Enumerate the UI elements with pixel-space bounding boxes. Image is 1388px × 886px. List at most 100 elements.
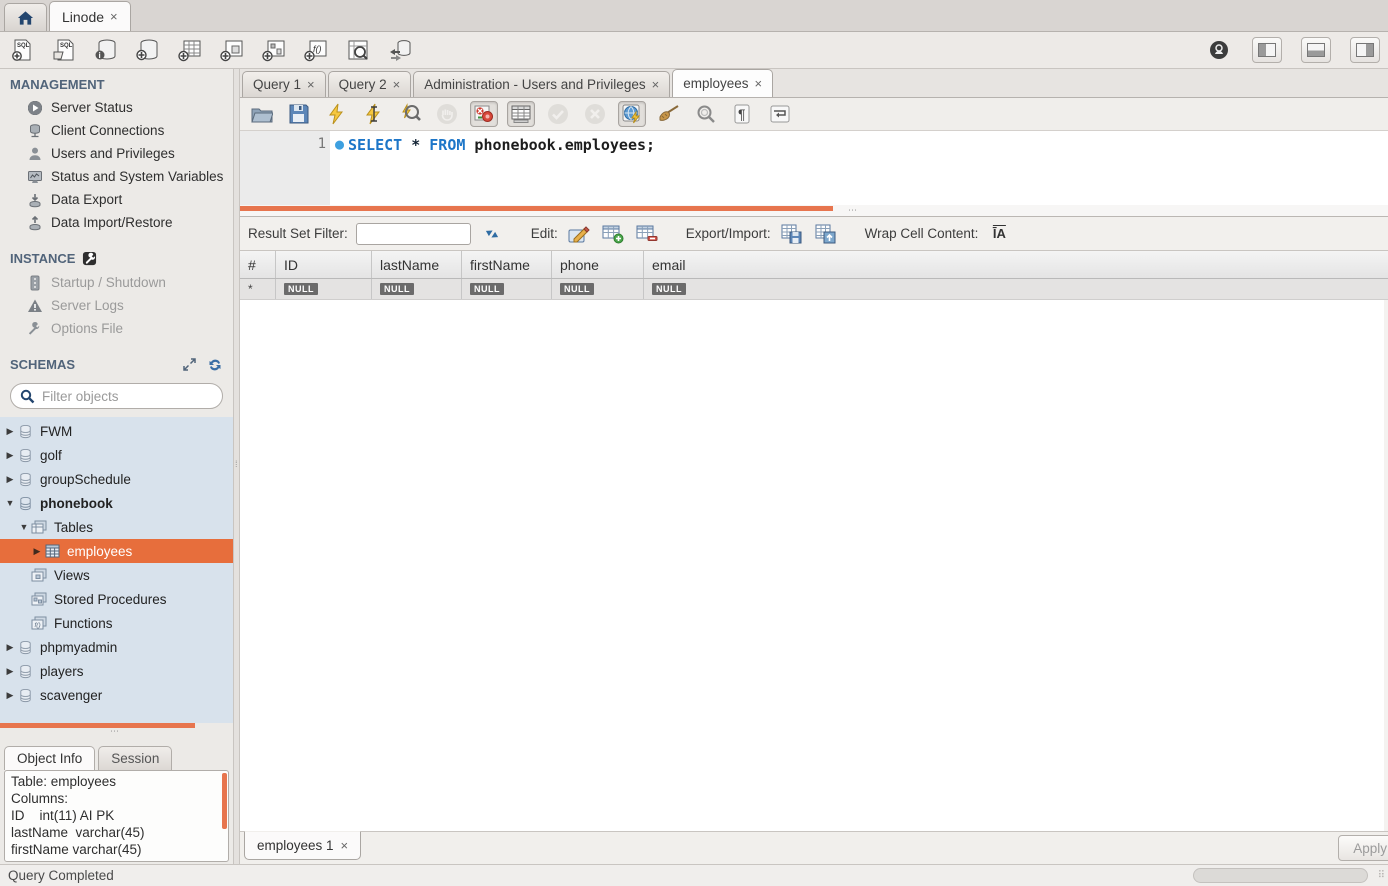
open-sql-script-icon[interactable]: SQL — [50, 37, 78, 63]
sidebar-main-splitter[interactable]: ⁞ — [233, 69, 240, 864]
tree-item-groupschedule[interactable]: ▶groupSchedule — [0, 467, 233, 491]
home-tab[interactable] — [4, 3, 47, 31]
expander-icon[interactable]: ▶ — [4, 426, 16, 437]
tree-item-functions[interactable]: f()Functions — [0, 611, 233, 635]
create-schema-icon[interactable] — [134, 37, 162, 63]
tree-item-phpmyadmin[interactable]: ▶phpmyadmin — [0, 635, 233, 659]
sidebar-item-options-file[interactable]: Options File — [0, 317, 233, 340]
execute-script-icon[interactable] — [322, 101, 350, 127]
tab-query-2[interactable]: Query 2× — [328, 71, 412, 97]
result-tab-employees-1[interactable]: employees 1 × — [244, 831, 361, 860]
commit-icon[interactable] — [544, 101, 572, 127]
new-sql-tab-icon[interactable]: SQL — [8, 37, 36, 63]
sidebar-item-server-status[interactable]: Server Status — [0, 96, 233, 119]
account-lock-icon[interactable] — [1205, 37, 1233, 63]
save-file-icon[interactable] — [285, 101, 313, 127]
tree-item-phonebook[interactable]: ▼phonebook — [0, 491, 233, 515]
tab-session[interactable]: Session — [98, 746, 172, 770]
sidebar-item-status-system-variables[interactable]: Status and System Variables — [0, 165, 233, 188]
tab-query-1[interactable]: Query 1× — [242, 71, 326, 97]
info-scrollbar-thumb[interactable] — [222, 773, 227, 829]
refresh-icon[interactable] — [206, 356, 223, 373]
import-records-icon[interactable] — [813, 222, 839, 246]
tab-object-info[interactable]: Object Info — [4, 746, 95, 770]
find-in-script-icon[interactable] — [692, 101, 720, 127]
close-icon[interactable]: × — [652, 77, 660, 92]
create-function-icon[interactable]: f() — [302, 37, 330, 63]
apply-button[interactable]: Apply — [1338, 835, 1388, 861]
show-invisibles-icon[interactable]: ¶ — [729, 101, 757, 127]
close-icon[interactable]: × — [754, 76, 762, 91]
stop-query-icon[interactable] — [433, 101, 461, 127]
col-header-firstname[interactable]: firstName — [462, 251, 552, 278]
export-result-icon[interactable] — [779, 222, 805, 246]
tab-employees[interactable]: employees× — [672, 69, 773, 97]
resize-grip-icon[interactable]: ⠿ — [1378, 870, 1386, 881]
null-badge[interactable]: NULL — [652, 283, 686, 295]
open-file-icon[interactable] — [248, 101, 276, 127]
rollback-icon[interactable] — [581, 101, 609, 127]
tree-item-employees[interactable]: ▶employees — [0, 539, 233, 563]
col-header-lastname[interactable]: lastName — [372, 251, 462, 278]
col-header-rownum[interactable]: # — [240, 251, 276, 278]
tree-item-tables[interactable]: ▼Tables — [0, 515, 233, 539]
editor-result-splitter[interactable]: ⋯ — [240, 205, 1388, 217]
expand-icon[interactable] — [181, 356, 198, 373]
tree-item-golf[interactable]: ▶golf — [0, 443, 233, 467]
expander-icon[interactable]: ▶ — [31, 546, 43, 557]
tree-item-stored-procedures[interactable]: Stored Procedures — [0, 587, 233, 611]
sidebar-item-users-privileges[interactable]: Users and Privileges — [0, 142, 233, 165]
result-filter-input[interactable] — [356, 223, 471, 245]
create-procedure-icon[interactable] — [260, 37, 288, 63]
create-table-icon[interactable] — [176, 37, 204, 63]
limit-rows-icon[interactable] — [507, 101, 535, 127]
schema-filter-box[interactable] — [10, 383, 223, 409]
sidebar-item-server-logs[interactable]: Server Logs — [0, 294, 233, 317]
schema-filter-input[interactable] — [42, 389, 192, 404]
tree-item-fwm[interactable]: ▶FWM — [0, 419, 233, 443]
edit-pencil-icon[interactable] — [566, 222, 592, 246]
close-icon[interactable]: × — [393, 77, 401, 92]
sidebar-item-client-connections[interactable]: Client Connections — [0, 119, 233, 142]
expander-icon[interactable]: ▶ — [4, 666, 16, 677]
toggle-autocommit-icon[interactable] — [618, 101, 646, 127]
sidebar-splitter-handle[interactable]: ⋯ — [0, 728, 233, 740]
sidebar-item-data-import[interactable]: Data Import/Restore — [0, 211, 233, 234]
reconnect-database-icon[interactable] — [386, 37, 414, 63]
expander-icon[interactable]: ▶ — [4, 474, 16, 485]
col-header-email[interactable]: email — [644, 251, 1388, 278]
null-badge[interactable]: NULL — [380, 283, 414, 295]
wrap-content-icon[interactable]: ĪA — [986, 222, 1012, 246]
create-view-icon[interactable] — [218, 37, 246, 63]
explain-plan-icon[interactable] — [396, 101, 424, 127]
toggle-bottom-panel-button[interactable] — [1301, 37, 1331, 63]
search-table-data-icon[interactable] — [344, 37, 372, 63]
grid-new-row[interactable]: * NULL NULL NULL NULL NULL — [240, 279, 1388, 300]
tree-item-views[interactable]: Views — [0, 563, 233, 587]
inspect-database-icon[interactable]: i — [92, 37, 120, 63]
null-badge[interactable]: NULL — [470, 283, 504, 295]
expander-icon[interactable]: ▶ — [4, 642, 16, 653]
beautify-script-icon[interactable] — [655, 101, 683, 127]
expander-icon[interactable]: ▶ — [4, 690, 16, 701]
sql-editor[interactable]: 1 ● SELECT * FROM phonebook.employees; — [240, 131, 1388, 205]
toggle-left-panel-button[interactable] — [1252, 37, 1282, 63]
toggle-stop-on-error-icon[interactable] — [470, 101, 498, 127]
horizontal-scrollbar-thumb[interactable] — [1193, 868, 1368, 883]
null-badge[interactable]: NULL — [560, 283, 594, 295]
null-badge[interactable]: NULL — [284, 283, 318, 295]
add-row-icon[interactable] — [600, 222, 626, 246]
execute-current-icon[interactable] — [359, 101, 387, 127]
tab-administration[interactable]: Administration - Users and Privileges× — [413, 71, 670, 97]
close-icon[interactable]: × — [341, 838, 349, 853]
close-icon[interactable]: × — [307, 77, 315, 92]
toggle-wrap-icon[interactable] — [766, 101, 794, 127]
delete-row-icon[interactable] — [634, 222, 660, 246]
tree-item-scavenger[interactable]: ▶scavenger — [0, 683, 233, 707]
expander-icon[interactable]: ▶ — [4, 450, 16, 461]
tree-item-players[interactable]: ▶players — [0, 659, 233, 683]
sidebar-item-startup-shutdown[interactable]: Startup / Shutdown — [0, 271, 233, 294]
expander-icon[interactable]: ▼ — [18, 522, 30, 532]
sql-code-line[interactable]: SELECT * FROM phonebook.employees; — [330, 131, 655, 205]
col-header-phone[interactable]: phone — [552, 251, 644, 278]
